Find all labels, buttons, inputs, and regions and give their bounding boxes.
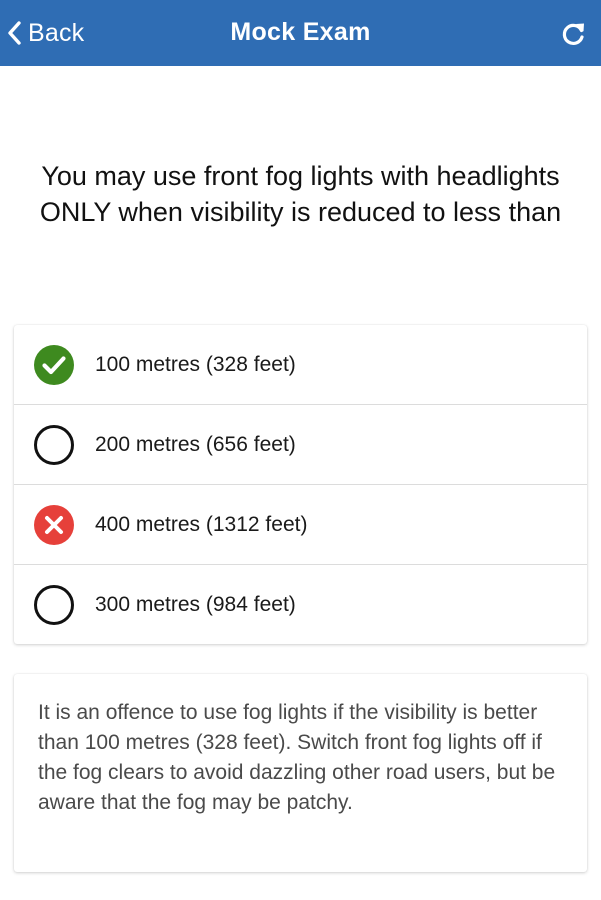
back-button[interactable]: Back [6, 13, 84, 53]
answer-options: 100 metres (328 feet) 200 metres (656 fe… [14, 325, 587, 644]
answer-option-3[interactable]: 400 metres (1312 feet) [14, 485, 587, 565]
answer-option-2[interactable]: 200 metres (656 feet) [14, 405, 587, 485]
page-title: Mock Exam [230, 18, 371, 46]
back-label: Back [28, 18, 85, 47]
refresh-icon [559, 23, 587, 52]
answer-label: 200 metres (656 feet) [95, 432, 296, 456]
answer-label: 300 metres (984 feet) [95, 592, 296, 616]
answer-label: 100 metres (328 feet) [95, 352, 296, 376]
answer-label: 400 metres (1312 feet) [95, 512, 308, 536]
explanation-text: It is an offence to use fog lights if th… [38, 701, 556, 814]
chevron-left-icon [6, 20, 22, 46]
answer-option-1[interactable]: 100 metres (328 feet) [14, 325, 587, 405]
answer-option-4[interactable]: 300 metres (984 feet) [14, 565, 587, 644]
refresh-button[interactable] [559, 20, 587, 48]
empty-circle-icon [33, 584, 75, 626]
empty-circle-icon [33, 424, 75, 466]
question-text: You may use front fog lights with headli… [39, 161, 562, 227]
check-circle-icon [33, 344, 75, 386]
x-circle-icon [33, 504, 75, 546]
navbar: Back Mock Exam [0, 0, 601, 66]
explanation-card: It is an offence to use fog lights if th… [14, 674, 587, 872]
